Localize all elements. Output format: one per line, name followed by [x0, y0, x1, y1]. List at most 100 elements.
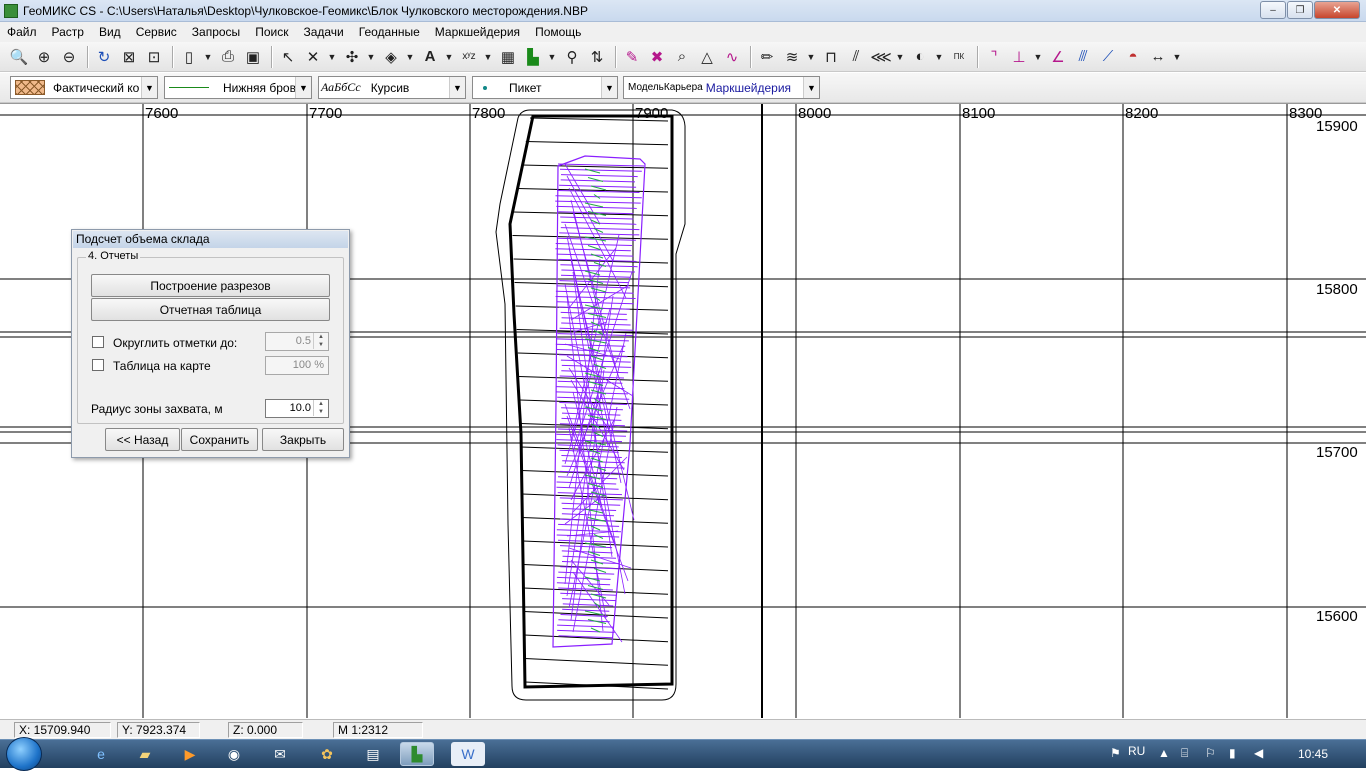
chevron-down-icon[interactable]: ▼	[895, 46, 905, 68]
parallel-lines-icon[interactable]: ⫽	[845, 46, 867, 68]
tray-flag-icon[interactable]: ⚑	[1110, 746, 1121, 760]
chevron-down-icon[interactable]: ▼	[483, 46, 493, 68]
hatch-icon[interactable]: ≋	[781, 46, 803, 68]
chevron-down-icon[interactable]: ▼	[449, 77, 465, 98]
round-elevations-checkbox[interactable]	[92, 336, 104, 348]
fill-icon[interactable]: ◈	[380, 46, 402, 68]
chevron-up-icon[interactable]: ▲	[313, 333, 328, 341]
line-style-select[interactable]: Нижняя бровка ▼	[164, 76, 312, 99]
network-app-icon[interactable]: ✿	[310, 742, 344, 766]
start-button[interactable]	[6, 737, 42, 771]
maximize-button[interactable]: ❐	[1287, 1, 1313, 19]
fill-style-select[interactable]: Фактический ко ▼	[10, 76, 158, 99]
chevron-down-icon[interactable]: ▼	[141, 77, 157, 98]
menu-tasks[interactable]: Задачи	[296, 25, 351, 39]
text-icon[interactable]: A	[419, 46, 441, 68]
save-button[interactable]: Сохранить	[181, 428, 258, 451]
pipette-icon[interactable]: ⚲	[561, 46, 583, 68]
menu-view[interactable]: Вид	[92, 25, 129, 39]
zoom-window-icon[interactable]: ⊠	[118, 46, 140, 68]
zoom-extent-icon[interactable]: ⊡	[143, 46, 165, 68]
chevron-down-icon[interactable]: ▼	[1033, 46, 1043, 68]
frame-icon[interactable]: ▣	[242, 46, 264, 68]
chevron-down-icon[interactable]: ▼	[547, 46, 557, 68]
angle-icon[interactable]: ∠	[1047, 46, 1069, 68]
table-on-map-checkbox[interactable]	[92, 359, 104, 371]
chevron-down-icon[interactable]: ▼	[313, 341, 328, 349]
menu-search[interactable]: Поиск	[248, 25, 296, 39]
menu-raster[interactable]: Растр	[45, 25, 92, 39]
chevron-down-icon[interactable]: ▼	[806, 46, 816, 68]
table-on-map-scale[interactable]: 100 %	[265, 356, 329, 375]
round-elevations-stepper[interactable]: 0.5 ▲ ▼	[265, 332, 329, 351]
refresh-icon[interactable]: ↻	[93, 46, 115, 68]
menu-help[interactable]: Помощь	[528, 25, 589, 39]
menu-geodata[interactable]: Геоданные	[352, 25, 428, 39]
tray-wifi-icon[interactable]: ▮	[1229, 746, 1236, 760]
pk-icon[interactable]: ПК	[948, 46, 970, 68]
chevron-down-icon[interactable]: ▼	[366, 46, 376, 68]
minimize-button[interactable]: ‒	[1260, 1, 1286, 19]
corner-icon[interactable]: ⌝	[983, 46, 1005, 68]
transfer-icon[interactable]: ⇅	[586, 46, 608, 68]
close-button[interactable]: ✕	[1314, 1, 1360, 19]
tray-volume-icon[interactable]: ◀	[1254, 746, 1263, 760]
menu-queries[interactable]: Запросы	[185, 25, 248, 39]
chart-icon[interactable]: ▙	[522, 46, 544, 68]
browser-icon[interactable]: e	[84, 742, 118, 766]
build-sections-button[interactable]: Построение разрезов	[91, 274, 330, 297]
distance-icon[interactable]: ↔	[1147, 46, 1169, 68]
zoom-out-icon[interactable]: ⊖	[58, 46, 80, 68]
close-dialog-button[interactable]: Закрыть	[262, 428, 344, 451]
cross-select-icon[interactable]: ✕	[302, 46, 324, 68]
folder-icon[interactable]: ▰	[128, 742, 162, 766]
clock[interactable]: 10:45	[1298, 747, 1328, 761]
chevron-down-icon[interactable]: ▼	[803, 77, 819, 98]
tray-network-icon[interactable]: ⌸	[1181, 746, 1188, 761]
zoom-in-icon[interactable]: ⊕	[33, 46, 55, 68]
back-button[interactable]: << Назад	[105, 428, 180, 451]
cursor-icon[interactable]: ↖	[277, 46, 299, 68]
layers-delete-icon[interactable]: ✖	[646, 46, 668, 68]
chevron-up-icon[interactable]: ▲	[313, 400, 328, 408]
zoom-icon[interactable]: 🔍	[8, 46, 30, 68]
mail-icon[interactable]: ✉	[263, 742, 297, 766]
tray-security-icon[interactable]: ⚐	[1205, 746, 1216, 760]
page-icon[interactable]: ▯	[178, 46, 200, 68]
line-icon[interactable]: ⟋	[1097, 46, 1119, 68]
capture-radius-stepper[interactable]: 10.0 ▲ ▼	[265, 399, 329, 418]
font-style-select[interactable]: АаБбСс Курсив ▼	[318, 76, 466, 99]
geomix-taskbar-icon[interactable]: ▙	[400, 742, 434, 766]
coordinates-icon[interactable]: xʸz	[458, 46, 480, 68]
chevron-down-icon[interactable]: ▼	[601, 77, 617, 98]
calculator-icon[interactable]: ▤	[356, 742, 390, 766]
node-edit-icon[interactable]: ✣	[341, 46, 363, 68]
report-table-button[interactable]: Отчетная таблица	[91, 298, 330, 321]
table-icon[interactable]: ▦	[497, 46, 519, 68]
line-cross-icon[interactable]: ⫻	[1072, 46, 1094, 68]
layer-select[interactable]: МодельКарьера Маркшейдерия ▼	[623, 76, 820, 99]
curve-icon[interactable]: ∿	[721, 46, 743, 68]
layers-search-icon[interactable]: ⌕	[671, 46, 693, 68]
chevron-down-icon[interactable]: ▼	[203, 46, 213, 68]
input-language[interactable]: RU	[1128, 744, 1145, 758]
triangulation-icon[interactable]: △	[696, 46, 718, 68]
print-preview-icon[interactable]: ⎙	[217, 46, 239, 68]
hp-icon[interactable]: ◉	[217, 742, 251, 766]
contour-circle-icon[interactable]: ◐	[909, 46, 931, 68]
chevron-down-icon[interactable]: ▼	[295, 77, 311, 98]
isolines-icon[interactable]: ⋘	[870, 46, 892, 68]
perpendicular-icon[interactable]: ⊥	[1008, 46, 1030, 68]
layers-edit-icon[interactable]: ✎	[621, 46, 643, 68]
chevron-down-icon[interactable]: ▼	[444, 46, 454, 68]
tray-arrow-icon[interactable]: ▲	[1158, 746, 1170, 760]
menu-surveying[interactable]: Маркшейдерия	[428, 25, 528, 39]
media-player-icon[interactable]: ▶	[173, 742, 207, 766]
chevron-down-icon[interactable]: ▼	[934, 46, 944, 68]
menu-file[interactable]: Файл	[0, 25, 45, 39]
chevron-down-icon[interactable]: ▼	[1172, 46, 1182, 68]
chevron-down-icon[interactable]: ▼	[327, 46, 337, 68]
chevron-down-icon[interactable]: ▼	[405, 46, 415, 68]
profile-icon[interactable]: ⊓	[820, 46, 842, 68]
chevron-down-icon[interactable]: ▼	[313, 408, 328, 416]
